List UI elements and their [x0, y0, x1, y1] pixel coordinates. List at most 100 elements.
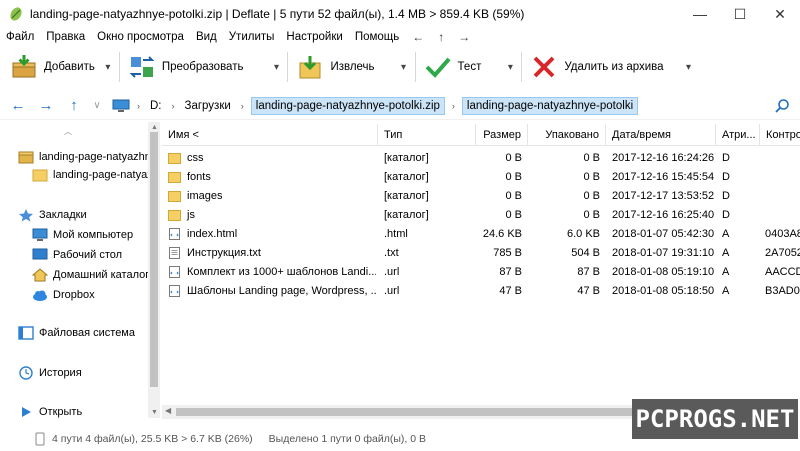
file-row[interactable]: Шаблоны Landing page, Wordpress, ... .url…: [162, 281, 800, 300]
file-size-text: 24.6 KB: [482, 227, 522, 240]
sidebar-item-archive-root[interactable]: landing-page-natyazhnye-potolki.zip: [18, 150, 160, 164]
file-crc-text: 0403A8: [765, 227, 800, 240]
breadcrumb-drive[interactable]: D:: [147, 98, 165, 114]
sidebar-item-my-computer[interactable]: Мой компьютер: [32, 228, 133, 242]
up-arrow-icon[interactable]: ↑: [60, 94, 88, 118]
column-packed[interactable]: Упаковано: [528, 124, 606, 146]
sidebar-item-history[interactable]: История: [18, 366, 82, 380]
column-type[interactable]: Тип: [378, 124, 476, 146]
file-cell-crc: 0403A8: [765, 224, 800, 243]
close-button[interactable]: ✕: [760, 0, 800, 28]
column-attributes[interactable]: Атри...: [716, 124, 760, 146]
sidebar-item-bookmarks[interactable]: Закладки: [18, 208, 87, 222]
file-cell-packed: 0 B: [528, 167, 600, 186]
back-arrow-icon[interactable]: ←: [4, 94, 32, 118]
sidebar-item-dropbox[interactable]: Dropbox: [32, 288, 95, 302]
horizontal-scroll-thumb[interactable]: [176, 408, 688, 416]
delete-from-archive-button[interactable]: Удалить из архива: [526, 48, 667, 86]
scroll-down-arrow-icon[interactable]: ▼: [151, 409, 158, 416]
menu-up-arrow-icon[interactable]: ↑: [431, 30, 451, 44]
delete-dropdown-chevron-icon[interactable]: ▾: [682, 62, 696, 73]
test-button[interactable]: Тест: [420, 48, 486, 86]
breadcrumb-separator-icon[interactable]: ›: [445, 101, 462, 111]
file-row[interactable]: fonts [каталог] 0 B 0 B 2017-12-16 15:45:54 D: [162, 167, 800, 186]
column-datetime[interactable]: Дата/время: [606, 124, 716, 146]
maximize-button[interactable]: ☐: [720, 0, 760, 28]
convert-icon: [129, 56, 155, 78]
file-cell-date: 2018-01-08 05:18:50: [612, 281, 716, 300]
file-cell-type: [каталог]: [384, 205, 474, 224]
breadcrumb-separator-icon[interactable]: ›: [234, 101, 251, 111]
file-cell-type: [каталог]: [384, 148, 474, 167]
file-cell-date: 2018-01-07 19:31:10: [612, 243, 716, 262]
file-size-text: 0 B: [505, 208, 522, 221]
sidebar-item-archive-folder[interactable]: landing-page-natyazhnye-potolki: [32, 168, 160, 182]
file-attr-text: A: [722, 246, 730, 259]
sidebar-item-desktop[interactable]: Рабочий стол: [32, 248, 122, 262]
menu-forward-arrow-icon[interactable]: →: [451, 30, 477, 44]
file-list-header: Имя < Тип Размер Упаковано Дата/время Ат…: [162, 124, 800, 146]
file-cell-size: 0 B: [476, 148, 522, 167]
file-crc-text: B3AD03: [765, 284, 800, 297]
file-cell-name: js: [168, 205, 376, 224]
menu-back-arrow-icon[interactable]: ←: [405, 30, 431, 44]
file-row[interactable]: Комплект из 1000+ шаблонов Landi... .url 8…: [162, 262, 800, 281]
sidebar-collapse-chevron-icon[interactable]: ︿: [64, 126, 72, 137]
file-size-text: 0 B: [505, 151, 522, 164]
menu-edit[interactable]: Правка: [40, 31, 91, 43]
file-row[interactable]: css [каталог] 0 B 0 B 2017-12-16 16:24:26 D: [162, 148, 800, 167]
test-dropdown-chevron-icon[interactable]: ▾: [503, 62, 517, 73]
breadcrumb-separator-icon[interactable]: ›: [130, 101, 147, 111]
file-row[interactable]: images [каталог] 0 B 0 B 2017-12-17 13:53:52…: [162, 186, 800, 205]
search-icon[interactable]: [772, 96, 792, 116]
convert-dropdown-chevron-icon[interactable]: ▾: [269, 62, 283, 73]
column-crc[interactable]: Контро: [760, 124, 800, 146]
forward-arrow-icon[interactable]: →: [32, 94, 60, 118]
file-cell-packed: 0 B: [528, 186, 600, 205]
add-dropdown-chevron-icon[interactable]: ▾: [101, 62, 115, 73]
sidebar-item-home[interactable]: Домашний каталог: [32, 268, 149, 282]
device-icon: [35, 432, 45, 445]
file-cell-packed: 87 B: [528, 262, 600, 281]
file-name-text: Комплект из 1000+ шаблонов Landi...: [187, 265, 376, 278]
menu-file[interactable]: Файл: [0, 31, 40, 43]
breadcrumb-archive[interactable]: landing-page-natyazhnye-potolki.zip: [250, 96, 445, 115]
file-cell-name: Инструкция.txt: [168, 243, 376, 262]
file-row[interactable]: js [каталог] 0 B 0 B 2017-12-16 16:25:40 D: [162, 205, 800, 224]
menu-view[interactable]: Вид: [190, 31, 223, 43]
scroll-left-arrow-icon[interactable]: ◀: [165, 406, 171, 415]
sidebar-item-open[interactable]: Открыть: [18, 405, 82, 419]
computer-icon[interactable]: [112, 99, 130, 113]
minimize-button[interactable]: —: [680, 0, 720, 28]
file-attr-text: D: [722, 208, 730, 221]
checkmark-icon: [425, 57, 451, 78]
convert-button[interactable]: Преобразовать: [124, 48, 248, 86]
menu-tools[interactable]: Утилиты: [223, 31, 281, 43]
file-date-text: 2018-01-08 05:18:50: [612, 284, 715, 297]
file-row[interactable]: Инструкция.txt .txt 785 B 504 B 2018-01-07 1…: [162, 243, 800, 262]
scroll-up-arrow-icon[interactable]: ▲: [151, 124, 158, 131]
menu-help[interactable]: Помощь: [349, 31, 405, 43]
breadcrumb-downloads[interactable]: Загрузки: [182, 98, 234, 114]
file-cell-packed: 504 B: [528, 243, 600, 262]
html-file-icon: [169, 227, 180, 240]
file-row[interactable]: index.html .html 24.6 KB 6.0 KB 2018-01-07 0…: [162, 224, 800, 243]
column-name[interactable]: Имя <: [162, 124, 378, 146]
extract-button[interactable]: Извлечь: [292, 48, 378, 86]
file-date-text: 2017-12-17 13:53:52: [612, 189, 715, 202]
file-cell-name: css: [168, 148, 376, 167]
breadcrumb-separator-icon[interactable]: ›: [165, 101, 182, 111]
sidebar-item-filesystem[interactable]: Файловая система: [18, 326, 135, 340]
history-dropdown-chevron-icon[interactable]: ∨: [88, 94, 106, 118]
sidebar-scrollbar[interactable]: ▲ ▼: [148, 122, 160, 418]
add-button[interactable]: Добавить: [6, 48, 99, 86]
column-size[interactable]: Размер: [476, 124, 528, 146]
sidebar-item-label: Рабочий стол: [53, 249, 123, 261]
breadcrumb-archive-folder[interactable]: landing-page-natyazhnye-potolki: [461, 96, 639, 115]
file-name-text: Инструкция.txt: [187, 246, 261, 259]
menu-settings[interactable]: Настройки: [280, 31, 348, 43]
extract-dropdown-chevron-icon[interactable]: ▾: [397, 62, 411, 73]
folder-icon: [168, 209, 181, 221]
sidebar-scroll-thumb[interactable]: [150, 132, 158, 387]
menu-view-window[interactable]: Окно просмотра: [91, 31, 190, 43]
